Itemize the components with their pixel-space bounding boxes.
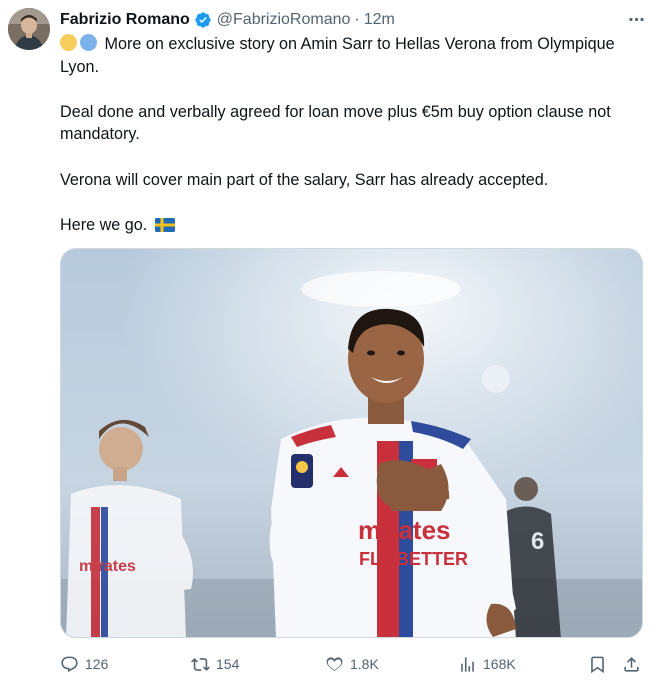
tweet-paragraph-4: Here we go. [60,214,645,237]
opponent-number: 6 [531,528,544,555]
yellow-circle-emoji [60,34,77,51]
reply-button[interactable]: 126 [60,650,108,678]
blue-circle-emoji [80,34,97,51]
views-button[interactable]: 168K [458,650,516,678]
avatar-image [8,8,50,50]
tweet-header: Fabrizio Romano @FabrizioRomano · 12m [60,9,648,31]
author-name[interactable]: Fabrizio Romano [60,11,190,29]
avatar[interactable] [8,8,50,50]
verified-badge-icon [195,12,211,28]
jersey-sponsor-bottom: FLY BETTER [359,549,468,569]
share-icon [624,656,639,672]
tweet[interactable]: Fabrizio Romano @FabrizioRomano · 12m Mo… [0,0,660,687]
like-button[interactable]: 1.8K [325,650,379,678]
separator-dot: · [354,11,360,28]
jersey-sponsor-top: mirates [358,515,451,545]
sweden-flag-emoji [154,217,175,232]
reply-count: 126 [85,656,109,672]
tweet-actions-bar: 126 154 1.8K 168K [60,650,643,678]
repost-count: 154 [216,656,240,672]
bookmark-button[interactable] [588,650,613,678]
tweet-line-4: Here we go. [60,215,148,234]
teammate-sponsor: mirates [79,558,136,575]
tweet-text: More on exclusive story on Amin Sarr to … [60,33,645,236]
tweet-paragraph-1: More on exclusive story on Amin Sarr to … [60,33,645,78]
tweet-paragraph-3: Verona will cover main part of the salar… [60,170,549,189]
heart-icon [326,656,343,671]
more-options-button[interactable] [624,7,648,31]
repost-icon [191,657,210,671]
tweet-line-1: More on exclusive story on Amin Sarr to … [60,35,615,76]
tweet-timestamp[interactable]: 12m [364,11,395,29]
football-player-photo: 6 mirates mirates FLY BETTER [61,249,642,637]
tweet-paragraph-2: Deal done and verbally agreed for loan m… [60,102,611,144]
views-chart-icon [461,656,474,672]
repost-button[interactable]: 154 [191,650,239,678]
bookmark-icon [591,656,604,673]
share-button[interactable] [622,650,647,678]
like-count: 1.8K [350,656,379,672]
tweet-photo[interactable]: 6 mirates mirates FLY BETTER [60,248,643,638]
reply-icon [61,656,78,672]
author-handle[interactable]: @FabrizioRomano [217,11,351,29]
more-horizontal-icon [628,17,644,21]
views-count: 168K [483,656,516,672]
